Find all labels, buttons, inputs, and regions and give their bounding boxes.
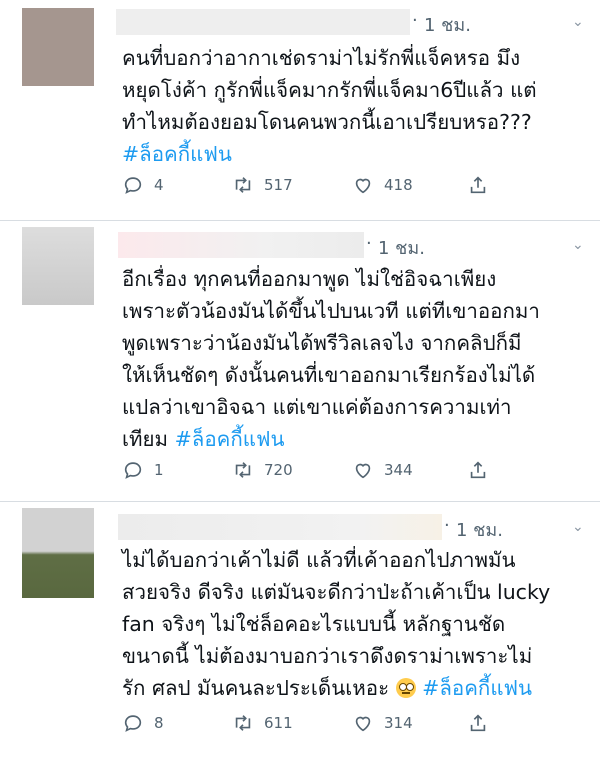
text-line: พูดเพราะว่าน้องมันได้พรีวิลเลจไง จากคลิป… [122,331,522,355]
tweet-time[interactable]: 1 ชม. [424,10,471,39]
text-line: รัก ศลป มันคนละประเด็นเหอะ #ล็อคกี้แฟน [122,672,582,704]
hashtag-link[interactable]: #ล็อคกี้แฟน [122,142,232,166]
like-button[interactable]: 314 [352,708,413,738]
like-button[interactable]: 418 [352,170,413,200]
text-line: เทียม #ล็อคกี้แฟน [122,423,582,455]
hashtag-link[interactable]: #ล็อคกี้แฟน [175,427,285,451]
share-button[interactable] [467,170,489,200]
hashtag-link[interactable]: #ล็อคกี้แฟน [422,676,532,700]
tweet-text: อีกเรื่อง ทุกคนที่ออกมาพูด ไม่ใช่อิจฉาเพ… [122,263,582,455]
heart-icon [355,463,371,479]
retweet-icon [235,177,251,193]
text-line: อีกเรื่อง ทุกคนที่ออกมาพูด ไม่ใช่อิจฉาเพ… [122,267,497,291]
reply-count: 8 [154,714,164,732]
text-line: ไม่ได้บอกว่าเค้าไม่ดี แล้วที่เค้าออกไปภา… [122,548,516,572]
retweet-count: 517 [264,176,293,194]
text-line: ขนาดนี้ ไม่ต้องมาบอกว่าเราดึงดราม่าเพราะ… [122,644,533,668]
like-count: 344 [384,461,413,479]
chevron-down-icon[interactable]: ⌄ [572,237,584,253]
chevron-down-icon[interactable]: ⌄ [572,519,584,535]
retweet-button[interactable]: 611 [232,708,293,738]
separator-dot: · [444,515,450,536]
tweet-text: ไม่ได้บอกว่าเค้าไม่ดี แล้วที่เค้าออกไปภา… [122,544,582,704]
retweet-button[interactable]: 517 [232,170,293,200]
tweet-2[interactable]: · 1 ชม. ⌄ อีกเรื่อง ทุกคนที่ออกมาพูด ไม่… [0,221,600,501]
chevron-down-icon[interactable]: ⌄ [572,14,584,30]
tweet-3[interactable]: · 1 ชม. ⌄ ไม่ได้บอกว่าเค้าไม่ดี แล้วที่เ… [0,502,600,760]
like-button[interactable]: 344 [352,455,413,485]
like-count: 314 [384,714,413,732]
reply-count: 4 [154,176,164,194]
like-count: 418 [384,176,413,194]
avatar[interactable] [22,227,94,305]
heart-icon [355,178,371,194]
reply-button[interactable]: 8 [122,708,164,738]
tweet-text: คนที่บอกว่าอากาเช่ดราม่าไม่รักพี่แจ็คหรอ… [122,42,582,170]
retweet-icon [235,462,251,478]
reply-button[interactable]: 1 [122,455,164,485]
text-line: ทำไหมต้องยอมโดนคนพวกนี้เอาเปรียบหรอ??? [122,110,532,134]
text-line-prefix: รัก ศลป มันคนละประเด็นเหอะ [122,676,390,700]
tweet-time[interactable]: 1 ชม. [456,515,503,544]
share-icon [470,461,486,479]
tweet-actions: 1 720 344 [122,455,542,485]
text-line: สวยจริง ดีจริง แต่มันจะดีกว่าป่ะถ้าเค้าเ… [122,580,551,604]
separator-dot: · [366,233,372,254]
tweet-1[interactable]: · 1 ชม. ⌄ คนที่บอกว่าอากาเช่ดราม่าไม่รัก… [0,0,600,220]
reply-icon [124,177,142,194]
share-button[interactable] [467,455,489,485]
share-button[interactable] [467,708,489,738]
heart-icon [355,716,371,732]
reply-icon [124,462,142,479]
tweet-actions: 8 611 314 [122,708,542,738]
text-line: #ล็อคกี้แฟน [122,138,582,170]
reply-count: 1 [154,461,164,479]
text-line: หยุดโง่ค้า กูรักพี่แจ็คมากรักพี่แจ็คมา6ป… [122,78,537,102]
text-line-prefix: เทียม [122,427,169,451]
text-line: fan จริงๆ ไม่ใช่ล็อคอะไรแบบนี้ หลักฐานชั… [122,612,506,636]
rolling-eyes-emoji-icon [395,678,416,698]
retweet-count: 611 [264,714,293,732]
user-name-redacted[interactable] [118,514,442,540]
user-name-redacted[interactable] [118,232,364,258]
reply-button[interactable]: 4 [122,170,164,200]
avatar[interactable] [22,8,94,86]
share-icon [470,176,486,194]
text-line: ให้เห็นชัดๆ ดังนั้นคนที่เขาออกมาเรียกร้อ… [122,363,536,387]
retweet-icon [235,715,251,731]
retweet-button[interactable]: 720 [232,455,293,485]
text-line: แปลว่าเขาอิจฉา แต่เขาแค่ต้องการความเท่า [122,395,512,419]
tweet-actions: 4 517 418 [122,170,542,200]
text-line: เพราะตัวน้องมันได้ขึ้นไปบนเวที แต่ทีเขาอ… [122,299,540,323]
tweet-time[interactable]: 1 ชม. [378,233,425,262]
share-icon [470,714,486,732]
retweet-count: 720 [264,461,293,479]
reply-icon [124,715,142,732]
avatar[interactable] [22,508,94,598]
separator-dot: · [412,10,418,31]
text-line: คนที่บอกว่าอากาเช่ดราม่าไม่รักพี่แจ็คหรอ… [122,46,521,70]
user-name-redacted[interactable] [116,9,410,35]
